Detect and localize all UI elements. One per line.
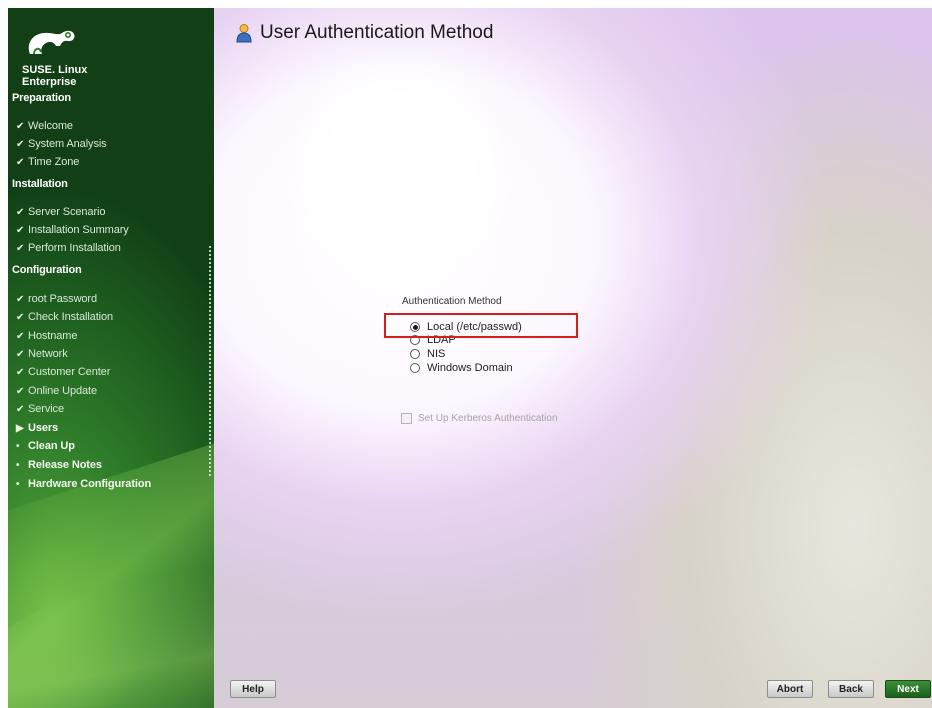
checkmark-icon: ✔ [16, 311, 25, 323]
sidebar-item-installation-summary: ✔ Installation Summary [16, 224, 129, 236]
checkmark-icon: ✔ [16, 385, 25, 397]
installer-sidebar: SUSE. Linux Enterprise Preparation ✔ Welc… [8, 8, 214, 708]
sidebar-item-label: Customer Center [28, 366, 111, 378]
checkbox-box[interactable] [401, 413, 412, 424]
checkmark-icon: ✔ [16, 120, 25, 132]
radio-button[interactable] [410, 349, 420, 359]
sidebar-divider [209, 246, 211, 476]
sidebar-item-label: Network [28, 348, 68, 360]
checkmark-icon: ✔ [16, 138, 25, 150]
sidebar-item-label: Server Scenario [28, 206, 106, 218]
sidebar-item-network: ✔ Network [16, 348, 68, 360]
product-name: SUSE. Linux Enterprise [22, 64, 87, 88]
checkmark-icon: ✔ [16, 206, 25, 218]
checkmark-icon: ✔ [16, 242, 25, 254]
main-content: User Authentication Method Authenticatio… [214, 8, 932, 708]
brand-line-2: Enterprise [22, 76, 77, 88]
kerberos-checkbox[interactable]: Set Up Kerberos Authentication [401, 413, 558, 424]
sidebar-item-clean-up: • Clean Up [16, 440, 75, 452]
abort-button[interactable]: Abort [767, 680, 813, 698]
sidebar-item-service: ✔ Service [16, 403, 64, 415]
sidebar-item-label: Clean Up [28, 440, 75, 452]
checkmark-icon: ✔ [16, 366, 25, 378]
sidebar-item-label: Check Installation [28, 311, 114, 323]
sidebar-item-label: Time Zone [28, 156, 80, 168]
sidebar-item-customer-center: ✔ Customer Center [16, 366, 110, 378]
sidebar-item-users: ▶ Users [16, 422, 58, 434]
back-button[interactable]: Back [828, 680, 874, 698]
current-step-arrow-icon: ▶ [16, 422, 24, 434]
radio-nis[interactable]: NIS [410, 348, 445, 360]
sidebar-item-time-zone: ✔ Time Zone [16, 156, 79, 168]
checkmark-icon: ✔ [16, 293, 25, 305]
sidebar-item-hardware-configuration: • Hardware Configuration [16, 478, 151, 490]
sidebar-item-online-update: ✔ Online Update [16, 385, 97, 397]
checkmark-icon: ✔ [16, 348, 25, 360]
sidebar-item-label: Online Update [28, 385, 98, 397]
user-icon [236, 24, 252, 43]
sidebar-item-server-scenario: ✔ Server Scenario [16, 206, 105, 218]
next-button[interactable]: Next [885, 680, 931, 698]
sidebar-item-label: Welcome [28, 120, 73, 132]
sidebar-item-label: root Password [28, 293, 98, 305]
sidebar-item-label: System Analysis [28, 138, 107, 150]
sidebar-item-system-analysis: ✔ System Analysis [16, 138, 107, 150]
sidebar-item-root-password: ✔ root Password [16, 293, 97, 305]
sidebar-item-label: Perform Installation [28, 242, 121, 254]
sidebar-item-label: Users [28, 422, 59, 434]
radio-button[interactable] [410, 363, 420, 373]
radio-label: NIS [427, 348, 446, 360]
brand-line-1: SUSE. Linux [22, 64, 88, 76]
checkmark-icon: ✔ [16, 403, 25, 415]
page-title: User Authentication Method [260, 22, 494, 43]
checkmark-icon: ✔ [16, 224, 25, 236]
highlight-box [384, 313, 578, 338]
section-installation: Installation [12, 178, 68, 190]
checkmark-icon: ✔ [16, 330, 25, 342]
sidebar-item-label: Installation Summary [28, 224, 129, 236]
page-title-row: User Authentication Method [236, 22, 493, 44]
suse-chameleon-logo [28, 30, 75, 55]
bullet-icon: • [16, 459, 20, 471]
sidebar-item-label: Hostname [28, 330, 78, 342]
section-preparation: Preparation [12, 92, 71, 104]
authentication-method-label: Authentication Method [402, 296, 502, 307]
sidebar-item-label: Hardware Configuration [28, 478, 152, 490]
help-button[interactable]: Help [230, 680, 276, 698]
sidebar-item-perform-installation: ✔ Perform Installation [16, 242, 121, 254]
sidebar-item-check-installation: ✔ Check Installation [16, 311, 113, 323]
sidebar-item-welcome: ✔ Welcome [16, 120, 73, 132]
bullet-icon: • [16, 478, 20, 490]
radio-label: Windows Domain [427, 362, 513, 374]
sidebar-item-hostname: ✔ Hostname [16, 330, 77, 342]
bullet-icon: • [16, 440, 20, 452]
kerberos-label: Set Up Kerberos Authentication [418, 413, 558, 424]
sidebar-item-label: Service [28, 403, 64, 415]
sidebar-item-release-notes: • Release Notes [16, 459, 102, 471]
sidebar-item-label: Release Notes [28, 459, 102, 471]
section-configuration: Configuration [12, 264, 82, 276]
radio-windows-domain[interactable]: Windows Domain [410, 362, 513, 374]
checkmark-icon: ✔ [16, 156, 25, 168]
